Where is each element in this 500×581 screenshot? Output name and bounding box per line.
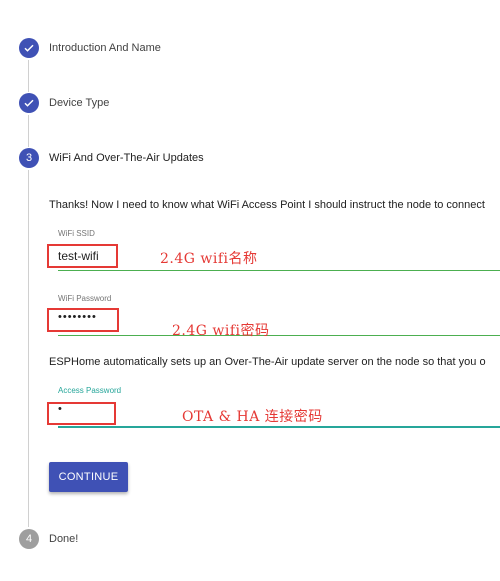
ssid-label: WiFi SSID [58, 229, 95, 238]
step-4-title[interactable]: Done! [49, 533, 78, 545]
password-highlight-box [47, 308, 119, 332]
step-1-title[interactable]: Introduction And Name [49, 42, 161, 54]
step-2-check-icon [19, 93, 39, 113]
step-4-number: 4 [19, 529, 39, 549]
check-icon [24, 99, 34, 107]
wifi-intro-text: Thanks! Now I need to know what WiFi Acc… [49, 199, 485, 211]
access-password-annotation: OTA & HA 连接密码 [182, 409, 323, 425]
step-3-title[interactable]: WiFi And Over-The-Air Updates [49, 152, 204, 164]
access-password-underline [58, 426, 500, 428]
access-password-highlight-box [47, 402, 116, 425]
step-3-number: 3 [19, 148, 39, 168]
step-1-check-icon [19, 38, 39, 58]
access-password-label: Access Password [58, 386, 122, 395]
password-underline [58, 335, 500, 336]
step-connector [28, 60, 29, 92]
password-label: WiFi Password [58, 294, 112, 303]
ssid-underline [58, 270, 500, 271]
ssid-highlight-box [47, 244, 118, 268]
ota-description-text: ESPHome automatically sets up an Over-Th… [49, 356, 486, 368]
step-2-title[interactable]: Device Type [49, 97, 109, 109]
setup-wizard: Introduction And Name Device Type 3 WiFi… [0, 0, 500, 581]
check-icon [24, 44, 34, 52]
password-annotation: 2.4G wifi密码 [172, 323, 270, 339]
step-connector [28, 115, 29, 147]
step-connector [28, 170, 29, 527]
ssid-annotation: 2.4G wifi名称 [160, 251, 258, 267]
continue-button[interactable]: CONTINUE [49, 462, 128, 492]
